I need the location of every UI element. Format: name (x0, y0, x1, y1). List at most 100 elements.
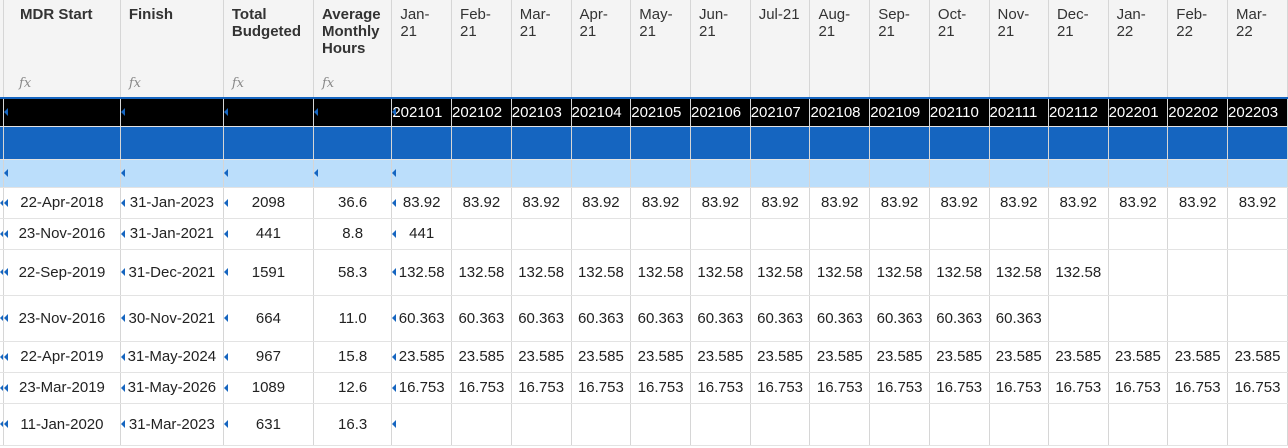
column-header-month[interactable]: Mar-22 (1227, 0, 1288, 99)
month-value-cell[interactable]: 83.92 (1108, 187, 1169, 219)
formula-icon[interactable]: fx (129, 76, 141, 91)
band-cell[interactable] (313, 97, 393, 127)
month-value-cell[interactable] (1227, 218, 1288, 250)
month-value-cell[interactable]: 23.585 (391, 341, 453, 373)
band-cell[interactable] (313, 126, 393, 160)
band-cell[interactable] (690, 126, 751, 160)
mdr-start-cell[interactable]: 23-Nov-2016 (3, 295, 121, 342)
month-value-cell[interactable]: 132.58 (750, 249, 811, 296)
month-value-cell[interactable] (511, 403, 572, 446)
month-value-cell[interactable] (630, 403, 691, 446)
band-cell[interactable] (223, 126, 315, 160)
period-code-cell[interactable]: 202103 (511, 97, 572, 127)
month-value-cell[interactable]: 60.363 (690, 295, 751, 342)
month-value-cell[interactable] (1108, 218, 1169, 250)
month-value-cell[interactable]: 23.585 (1108, 341, 1169, 373)
month-value-cell[interactable]: 23.585 (1227, 341, 1288, 373)
average-hours-cell[interactable]: 58.3 (313, 249, 393, 296)
period-code-cell[interactable]: 202106 (690, 97, 751, 127)
month-value-cell[interactable]: 83.92 (809, 187, 871, 219)
month-value-cell[interactable]: 83.92 (391, 187, 453, 219)
column-header-total-budgeted[interactable]: Total Budgeted fx (223, 0, 315, 99)
month-value-cell[interactable]: 16.753 (1048, 372, 1109, 404)
average-hours-cell[interactable]: 15.8 (313, 341, 393, 373)
average-hours-cell[interactable]: 11.0 (313, 295, 393, 342)
band-cell[interactable] (120, 126, 224, 160)
month-value-cell[interactable] (1227, 295, 1288, 342)
mdr-start-cell[interactable]: 23-Mar-2019 (3, 372, 121, 404)
band-cell[interactable] (120, 97, 224, 127)
month-value-cell[interactable]: 83.92 (1048, 187, 1109, 219)
month-value-cell[interactable]: 23.585 (1167, 341, 1229, 373)
band-cell[interactable] (511, 159, 572, 188)
month-value-cell[interactable] (1108, 249, 1169, 296)
band-cell[interactable] (3, 126, 121, 160)
month-value-cell[interactable]: 60.363 (451, 295, 512, 342)
month-value-cell[interactable] (391, 403, 453, 446)
month-value-cell[interactable] (511, 218, 572, 250)
finish-cell[interactable]: 31-Jan-2023 (120, 187, 224, 219)
month-value-cell[interactable]: 16.753 (869, 372, 930, 404)
month-value-cell[interactable]: 132.58 (391, 249, 453, 296)
month-value-cell[interactable]: 83.92 (630, 187, 691, 219)
formula-icon[interactable]: fx (232, 76, 244, 91)
period-code-cell[interactable]: 202104 (571, 97, 632, 127)
month-value-cell[interactable] (630, 218, 691, 250)
period-code-cell[interactable]: 202109 (869, 97, 930, 127)
column-header-finish[interactable]: Finish fx (120, 0, 224, 99)
month-value-cell[interactable]: 16.753 (1167, 372, 1229, 404)
period-code-cell[interactable]: 202112 (1048, 97, 1109, 127)
month-value-cell[interactable]: 16.753 (929, 372, 990, 404)
finish-cell[interactable]: 31-Jan-2021 (120, 218, 224, 250)
month-value-cell[interactable]: 16.753 (989, 372, 1049, 404)
total-budgeted-cell[interactable]: 2098 (223, 187, 315, 219)
band-cell[interactable] (451, 126, 512, 160)
period-code-cell[interactable]: 202110 (929, 97, 990, 127)
month-value-cell[interactable]: 132.58 (869, 249, 930, 296)
band-cell[interactable] (809, 126, 871, 160)
month-value-cell[interactable]: 23.585 (571, 341, 632, 373)
mdr-start-cell[interactable]: 11-Jan-2020 (3, 403, 121, 446)
average-hours-cell[interactable]: 16.3 (313, 403, 393, 446)
band-cell[interactable] (1167, 159, 1229, 188)
band-cell[interactable] (391, 126, 453, 160)
month-value-cell[interactable]: 132.58 (511, 249, 572, 296)
period-code-cell[interactable]: 202101 (391, 97, 453, 127)
formula-icon[interactable]: fx (322, 76, 334, 91)
column-header-average-monthly-hours[interactable]: Average Monthly Hours fx (313, 0, 393, 99)
month-value-cell[interactable]: 60.363 (571, 295, 632, 342)
month-value-cell[interactable] (1227, 403, 1288, 446)
column-header-month[interactable]: Aug-21 (809, 0, 871, 99)
column-header-month[interactable]: Jan-22 (1108, 0, 1169, 99)
band-cell[interactable] (630, 159, 691, 188)
month-value-cell[interactable] (929, 403, 990, 446)
month-value-cell[interactable]: 60.363 (929, 295, 990, 342)
month-value-cell[interactable]: 23.585 (1048, 341, 1109, 373)
band-cell[interactable] (630, 126, 691, 160)
band-cell[interactable] (869, 159, 930, 188)
month-value-cell[interactable] (989, 403, 1049, 446)
month-value-cell[interactable]: 83.92 (451, 187, 512, 219)
month-value-cell[interactable]: 16.753 (1108, 372, 1169, 404)
period-code-cell[interactable]: 202111 (989, 97, 1049, 127)
month-value-cell[interactable]: 60.363 (511, 295, 572, 342)
month-value-cell[interactable] (1048, 295, 1109, 342)
band-cell[interactable] (3, 159, 121, 188)
month-value-cell[interactable]: 60.363 (630, 295, 691, 342)
month-value-cell[interactable]: 16.753 (690, 372, 751, 404)
month-value-cell[interactable] (929, 218, 990, 250)
mdr-start-cell[interactable]: 22-Sep-2019 (3, 249, 121, 296)
column-header-month[interactable]: Feb-22 (1167, 0, 1229, 99)
column-header-month[interactable]: Jul-21 (750, 0, 811, 99)
month-value-cell[interactable] (1167, 403, 1229, 446)
month-value-cell[interactable]: 83.92 (750, 187, 811, 219)
month-value-cell[interactable]: 23.585 (690, 341, 751, 373)
month-value-cell[interactable]: 23.585 (451, 341, 512, 373)
month-value-cell[interactable]: 83.92 (1167, 187, 1229, 219)
month-value-cell[interactable] (690, 403, 751, 446)
column-header-month[interactable]: Jan-21 (391, 0, 453, 99)
band-cell[interactable] (750, 126, 811, 160)
month-value-cell[interactable] (451, 218, 512, 250)
month-value-cell[interactable]: 23.585 (630, 341, 691, 373)
band-cell[interactable] (929, 159, 990, 188)
